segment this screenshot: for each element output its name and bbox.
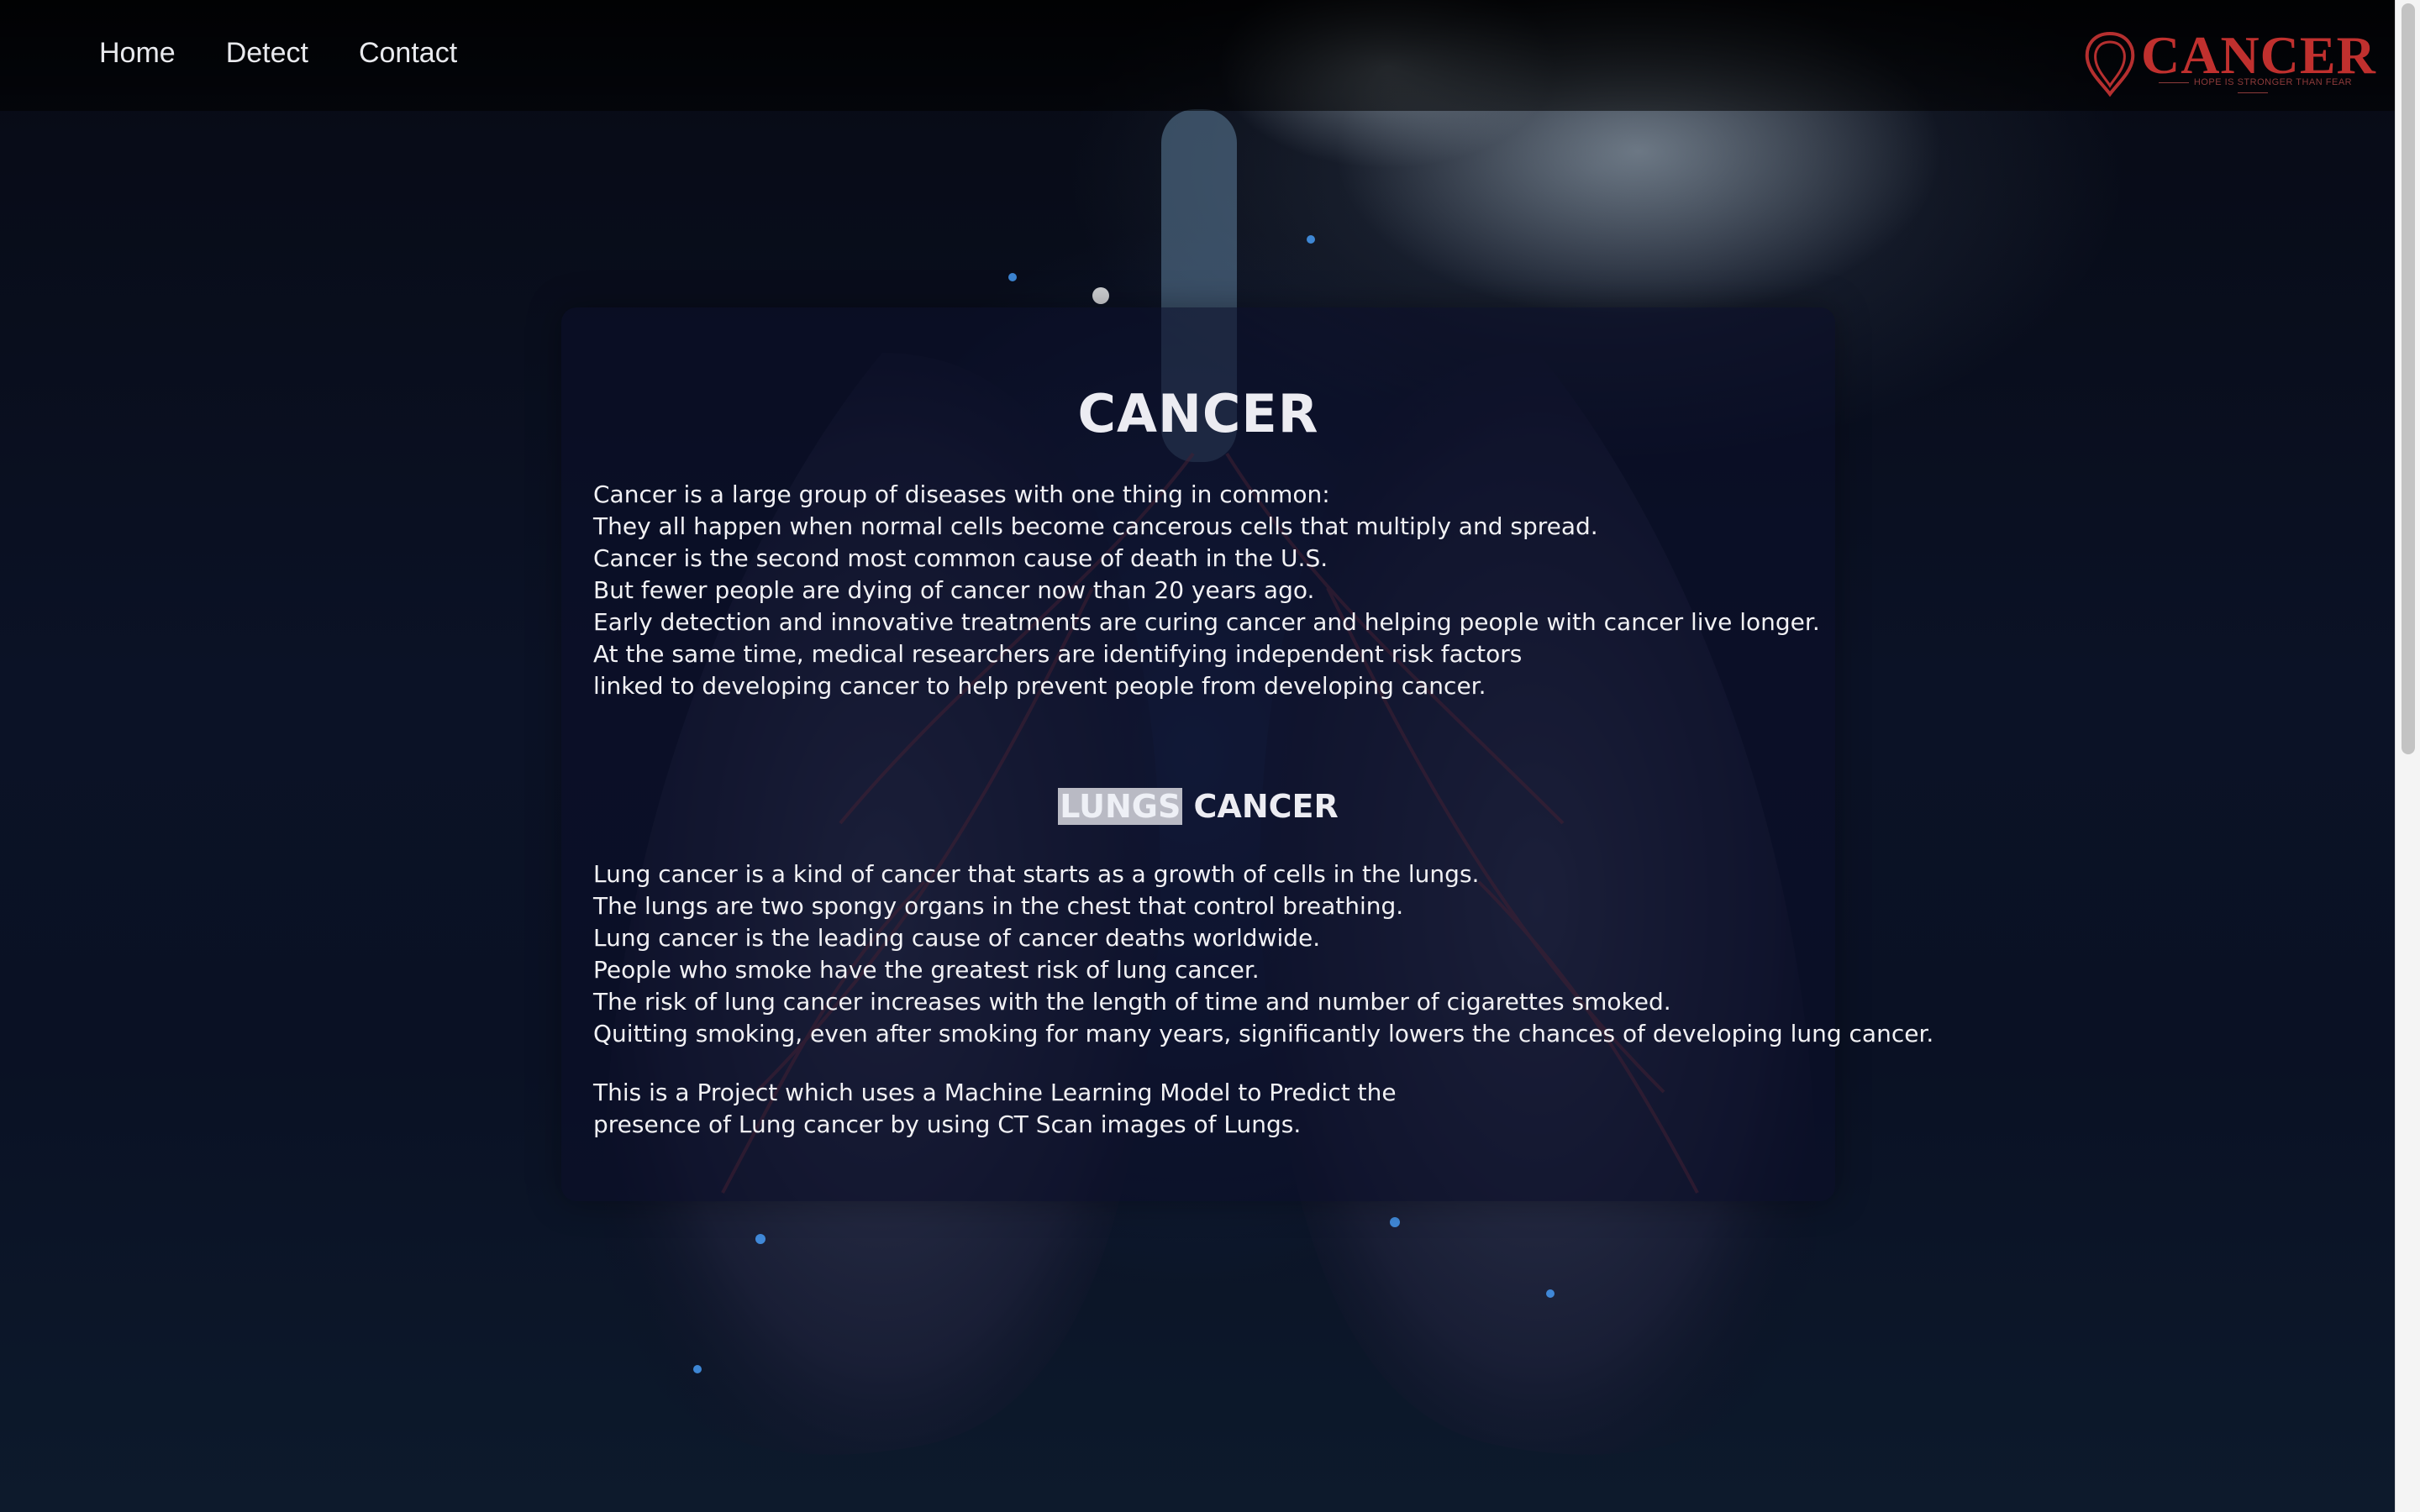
cancer-intro-paragraph: Cancer is a large group of diseases with… [593, 479, 1820, 702]
lung-line: The lungs are two spongy organs in the c… [593, 892, 1404, 920]
logo-text: CANCER [2141, 25, 2376, 85]
lung-line: Lung cancer is the leading cause of canc… [593, 924, 1321, 952]
lungs-cancer-heading: LUNGS CANCER [561, 788, 1835, 825]
project-line: This is a Project which uses a Machine L… [593, 1079, 1397, 1106]
intro-line: Cancer is the second most common cause o… [593, 544, 1328, 572]
card-title: CANCER [1077, 383, 1319, 444]
ribbon-pin-icon [2085, 31, 2135, 97]
scrollbar-thumb[interactable] [2402, 3, 2415, 754]
vertical-scrollbar[interactable] [2395, 0, 2420, 1512]
lung-line: People who smoke have the greatest risk … [593, 956, 1260, 984]
intro-line: At the same time, medical researchers ar… [593, 640, 1523, 668]
nav-links: Home Detect Contact [99, 37, 457, 70]
cancer-logo[interactable]: CANCER HOPE IS STRONGER THAN FEAR [2082, 29, 2375, 99]
lung-line: Quitting smoking, even after smoking for… [593, 1020, 1934, 1047]
intro-line: Cancer is a large group of diseases with… [593, 480, 1330, 508]
intro-line: But fewer people are dying of cancer now… [593, 576, 1315, 604]
nav-link-detect[interactable]: Detect [226, 37, 308, 70]
navbar: Home Detect Contact CANCER HOPE IS STRON… [0, 0, 2395, 111]
logo-tagline: HOPE IS STRONGER THAN FEAR [2143, 77, 2363, 97]
project-line: presence of Lung cancer by using CT Scan… [593, 1110, 1302, 1138]
nav-link-contact[interactable]: Contact [359, 37, 457, 70]
info-card: CANCER Cancer is a large group of diseas… [561, 307, 1934, 1201]
lung-cancer-paragraph: Lung cancer is a kind of cancer that sta… [593, 858, 1934, 1050]
page: Home Detect Contact CANCER HOPE IS STRON… [0, 0, 2420, 1512]
lung-line: Lung cancer is a kind of cancer that sta… [593, 860, 1480, 888]
lung-line: The risk of lung cancer increases with t… [593, 988, 1671, 1016]
intro-line: They all happen when normal cells become… [593, 512, 1598, 540]
lungs-heading-rest: CANCER [1193, 788, 1339, 825]
lungs-highlight: LUNGS [1058, 788, 1183, 825]
intro-line: linked to developing cancer to help prev… [593, 672, 1486, 700]
project-description: This is a Project which uses a Machine L… [593, 1077, 1820, 1141]
intro-line: Early detection and innovative treatment… [593, 608, 1820, 636]
nav-link-home[interactable]: Home [99, 37, 176, 70]
